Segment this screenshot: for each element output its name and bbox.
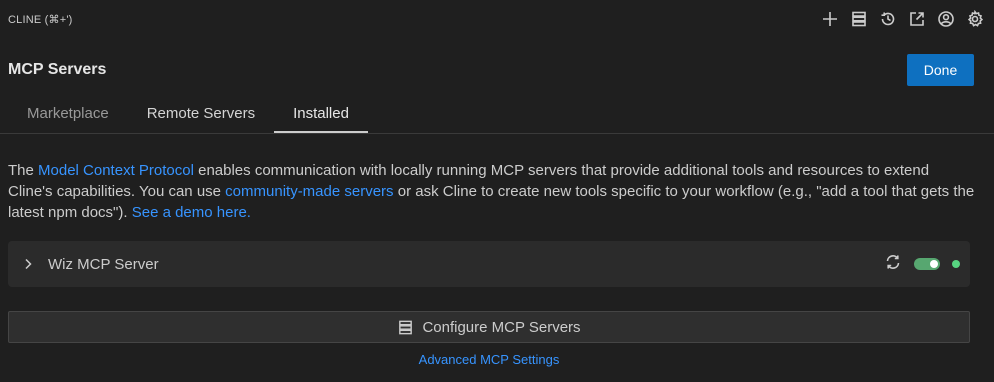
open-external-icon[interactable]	[905, 8, 928, 31]
server-stack-icon[interactable]	[847, 8, 870, 31]
configure-mcp-servers-button[interactable]: Configure MCP Servers	[8, 311, 970, 343]
tab-remote-servers[interactable]: Remote Servers	[128, 96, 274, 133]
tab-divider	[0, 133, 994, 134]
model-context-protocol-link[interactable]: Model Context Protocol	[38, 162, 194, 179]
tab-bar: Marketplace Remote Servers Installed	[8, 96, 368, 133]
mcp-description: The Model Context Protocol enables commu…	[8, 160, 976, 223]
server-row-wiz[interactable]: Wiz MCP Server	[8, 241, 970, 287]
tab-marketplace[interactable]: Marketplace	[8, 96, 128, 133]
tab-installed[interactable]: Installed	[274, 96, 368, 133]
server-enabled-toggle[interactable]	[914, 258, 940, 270]
restart-icon[interactable]	[884, 253, 902, 276]
server-stack-icon	[399, 320, 413, 334]
server-status-dot	[952, 260, 960, 268]
configure-button-label: Configure MCP Servers	[422, 318, 581, 336]
description-text: The	[8, 162, 39, 179]
chevron-right-icon[interactable]	[22, 258, 34, 270]
advanced-mcp-settings-link[interactable]: Advanced MCP Settings	[0, 352, 978, 367]
settings-gear-icon[interactable]	[963, 8, 986, 31]
page-title: MCP Servers	[8, 61, 107, 78]
toggle-knob	[930, 260, 938, 268]
community-servers-link[interactable]: community-made servers	[225, 183, 393, 200]
account-icon[interactable]	[934, 8, 957, 31]
page-header: MCP Servers Done	[0, 50, 994, 90]
server-name: Wiz MCP Server	[48, 255, 159, 273]
plus-icon[interactable]	[818, 8, 841, 31]
demo-link[interactable]: See a demo here.	[132, 204, 251, 221]
toolbar-icons	[818, 8, 986, 31]
app-title: CLINE (⌘+')	[8, 13, 73, 26]
server-actions	[884, 253, 960, 276]
done-button[interactable]: Done	[907, 54, 974, 86]
top-bar: CLINE (⌘+')	[0, 0, 994, 38]
history-icon[interactable]	[876, 8, 899, 31]
